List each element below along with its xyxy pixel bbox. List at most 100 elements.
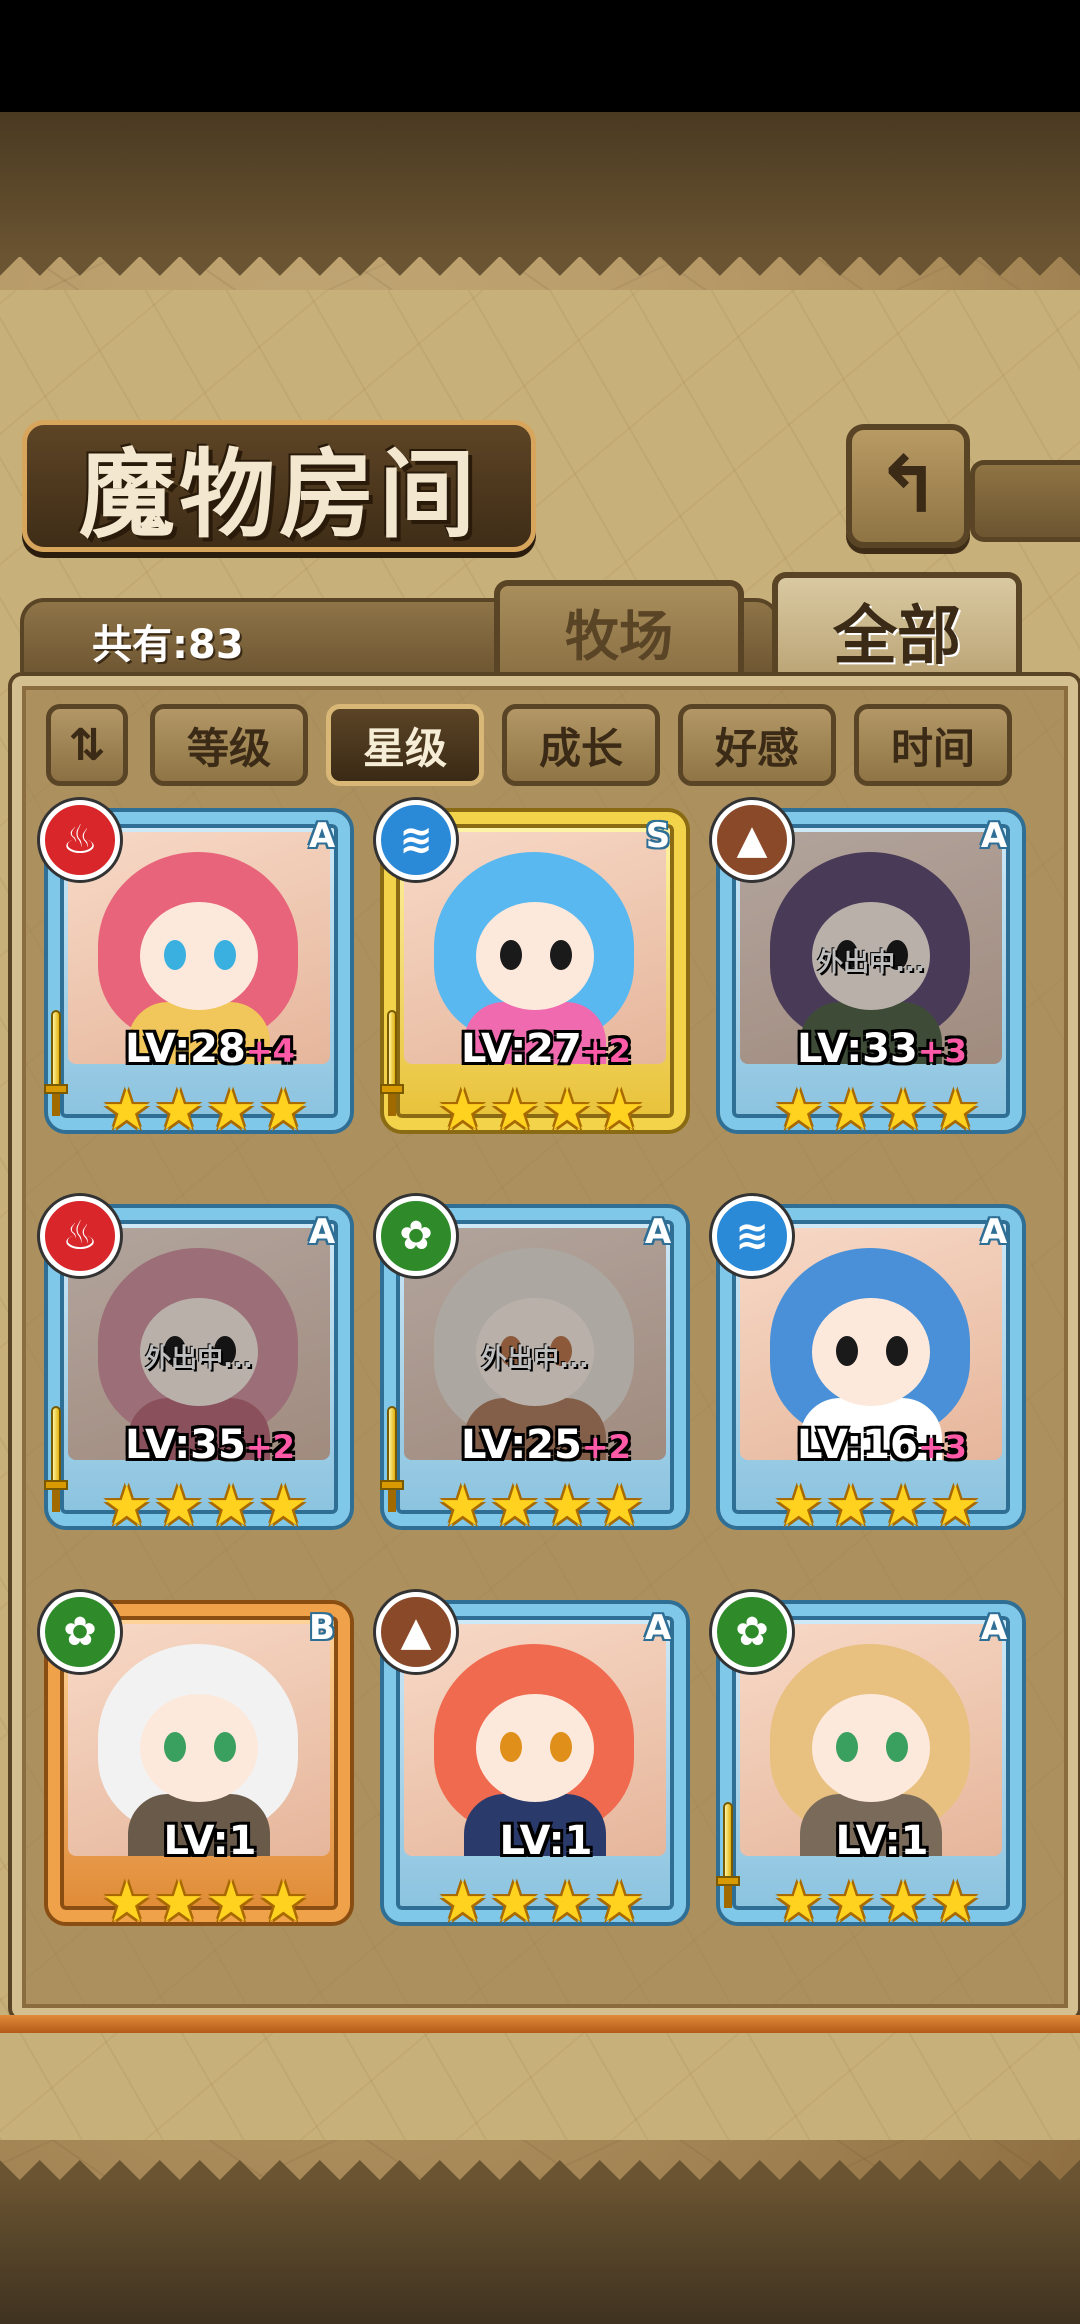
star-rating: ★ ★ ★ ★ xyxy=(426,1082,656,1140)
sort-button-affinity[interactable]: 好感 xyxy=(678,704,836,786)
star-icon: ★ xyxy=(542,1474,593,1539)
tab-pasture[interactable]: 牧场 xyxy=(494,580,744,676)
star-icon: ★ xyxy=(489,1870,540,1935)
star-rating: ★ ★ ★ ★ xyxy=(762,1874,992,1932)
sort-button-star[interactable]: 星级 xyxy=(326,704,484,786)
portrait-face xyxy=(812,1694,930,1802)
monster-level: LV:1 xyxy=(426,1818,666,1864)
monster-card[interactable]: ✿ B LV:1 ★ ★ ★ ★ xyxy=(40,1592,358,1952)
star-rating: ★ ★ ★ ★ xyxy=(426,1478,656,1536)
star-icon: ★ xyxy=(878,1474,929,1539)
bottom-trim xyxy=(0,2015,1080,2033)
sort-button-time[interactable]: 时间 xyxy=(854,704,1012,786)
monster-card[interactable]: 外出中... ✿ A LV:25+2 ★ ★ ★ ★ xyxy=(376,1196,694,1556)
portrait-eye xyxy=(164,940,186,970)
monster-card[interactable]: ♨ A LV:28+4 ★ ★ ★ ★ xyxy=(40,800,358,1160)
star-icon: ★ xyxy=(773,1870,824,1935)
star-icon: ★ xyxy=(101,1474,152,1539)
sort-order-toggle[interactable]: ⇅ xyxy=(46,704,128,786)
level-value: LV:1 xyxy=(835,1818,929,1864)
portrait-eye xyxy=(836,1336,858,1366)
monster-level: LV:25+2 xyxy=(426,1422,666,1468)
bottom-band xyxy=(0,2180,1080,2324)
monster-card[interactable]: ≋ A LV:16+3 ★ ★ ★ ★ xyxy=(712,1196,1030,1556)
star-icon: ★ xyxy=(437,1870,488,1935)
sort-order-icon: ⇅ xyxy=(68,719,106,771)
title-rail xyxy=(970,460,1080,542)
star-icon: ★ xyxy=(773,1078,824,1143)
away-status: 外出中... xyxy=(481,1344,589,1374)
portrait-eye xyxy=(886,1336,908,1366)
water-element-icon: ≋ xyxy=(376,800,456,880)
portrait-eye xyxy=(500,1732,522,1762)
monster-card[interactable]: 外出中... ♨ A LV:35+2 ★ ★ ★ ★ xyxy=(40,1196,358,1556)
rank-badge: A xyxy=(644,1608,672,1648)
away-status: 外出中... xyxy=(145,1344,253,1374)
star-icon: ★ xyxy=(878,1078,929,1143)
portrait-face xyxy=(140,902,258,1010)
sword-icon xyxy=(380,1406,404,1516)
back-button[interactable]: ↰ xyxy=(846,424,970,548)
star-icon: ★ xyxy=(594,1078,645,1143)
tab-all[interactable]: 全部 xyxy=(772,572,1022,684)
star-icon: ★ xyxy=(542,1078,593,1143)
star-icon: ★ xyxy=(437,1078,488,1143)
star-icon: ★ xyxy=(930,1078,981,1143)
monster-level: LV:35+2 xyxy=(90,1422,330,1468)
level-value: LV:27 xyxy=(461,1026,582,1072)
star-icon: ★ xyxy=(258,1870,309,1935)
level-value: LV:16 xyxy=(797,1422,918,1468)
level-bonus: +3 xyxy=(917,1032,967,1070)
sword-icon xyxy=(44,1406,68,1516)
monster-card[interactable]: ≋ S LV:27+2 ★ ★ ★ ★ xyxy=(376,800,694,1160)
page-title: 魔物房间 xyxy=(79,437,479,551)
portrait-face xyxy=(476,1694,594,1802)
sword-icon xyxy=(716,1802,740,1912)
portrait-face xyxy=(140,1694,258,1802)
sort-button-growth[interactable]: 成长 xyxy=(502,704,660,786)
portrait-eye xyxy=(500,940,522,970)
level-value: LV:1 xyxy=(163,1818,257,1864)
monster-card[interactable]: ▲ A LV:1 ★ ★ ★ ★ xyxy=(376,1592,694,1952)
water-element-icon: ≋ xyxy=(712,1196,792,1276)
rank-badge: A xyxy=(308,1212,336,1252)
level-bonus: +2 xyxy=(245,1428,295,1466)
status-bar xyxy=(0,0,1080,112)
away-status: 外出中... xyxy=(817,948,925,978)
monster-level: LV:1 xyxy=(90,1818,330,1864)
star-icon: ★ xyxy=(258,1078,309,1143)
star-rating: ★ ★ ★ ★ xyxy=(90,1478,320,1536)
level-value: LV:35 xyxy=(125,1422,246,1468)
monster-level: LV:16+3 xyxy=(762,1422,1002,1468)
star-icon: ★ xyxy=(153,1474,204,1539)
monster-card[interactable]: ✿ A LV:1 ★ ★ ★ ★ xyxy=(712,1592,1030,1952)
star-icon: ★ xyxy=(206,1474,257,1539)
star-icon: ★ xyxy=(825,1870,876,1935)
star-icon: ★ xyxy=(206,1078,257,1143)
fire-element-icon: ♨ xyxy=(40,1196,120,1276)
rank-badge: A xyxy=(644,1212,672,1252)
portrait-face xyxy=(812,1298,930,1406)
sort-button-level[interactable]: 等级 xyxy=(150,704,308,786)
level-bonus: +3 xyxy=(917,1428,967,1466)
star-icon: ★ xyxy=(153,1078,204,1143)
rank-badge: A xyxy=(308,816,336,856)
fire-element-icon: ♨ xyxy=(40,800,120,880)
star-icon: ★ xyxy=(825,1474,876,1539)
star-icon: ★ xyxy=(594,1474,645,1539)
return-arrow-icon: ↰ xyxy=(875,441,941,531)
monster-level: LV:33+3 xyxy=(762,1026,1002,1072)
monster-card[interactable]: 外出中... ▲ A LV:33+3 ★ ★ ★ ★ xyxy=(712,800,1030,1160)
star-rating: ★ ★ ★ ★ xyxy=(90,1874,320,1932)
rank-badge: S xyxy=(645,816,671,856)
sort-bar: ⇅ 等级 星级 成长 好感 时间 xyxy=(46,704,1046,786)
portrait-face xyxy=(476,902,594,1010)
portrait-eye xyxy=(164,1732,186,1762)
level-value: LV:33 xyxy=(797,1026,918,1072)
star-rating: ★ ★ ★ ★ xyxy=(426,1874,656,1932)
rank-badge: A xyxy=(980,1608,1008,1648)
star-icon: ★ xyxy=(101,1870,152,1935)
level-bonus: +4 xyxy=(245,1032,295,1070)
portrait-eye xyxy=(836,1732,858,1762)
level-value: LV:25 xyxy=(461,1422,582,1468)
